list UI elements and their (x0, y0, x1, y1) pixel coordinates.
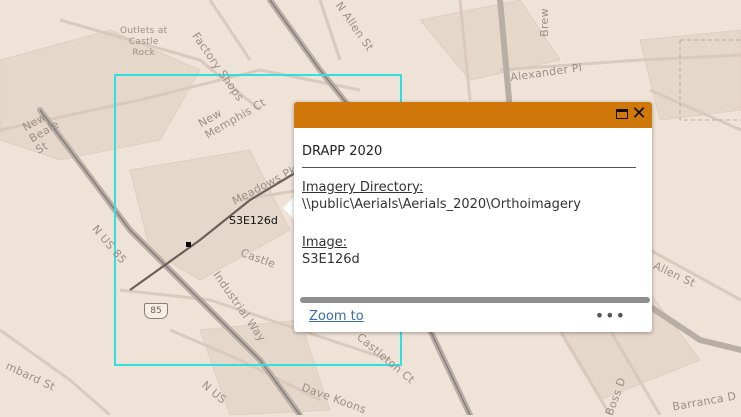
feature-label: S3E126d (229, 214, 278, 227)
popup-header: ✕ (294, 102, 652, 128)
popup: ✕ DRAPP 2020 Imagery Directory: \\public… (294, 102, 652, 332)
highway-shield: 85 (144, 303, 168, 319)
popup-footer: Zoom to ••• (294, 304, 652, 332)
label-brewer: Brew (537, 8, 551, 37)
field-value-directory: \\public\Aerials\Aerials_2020\Orthoimage… (302, 197, 581, 212)
field-label-image: Image: (302, 235, 348, 250)
feature-point[interactable] (186, 242, 191, 247)
field-value-image: S3E126d (302, 252, 360, 267)
popup-title: DRAPP 2020 (302, 144, 383, 159)
label-outlets: Outlets at Castle Rock (120, 26, 168, 58)
close-icon[interactable]: ✕ (630, 104, 648, 124)
maximize-icon[interactable] (616, 109, 628, 119)
zoom-to-link[interactable]: Zoom to (309, 309, 364, 324)
title-divider (302, 167, 636, 168)
horizontal-scrollbar[interactable] (300, 297, 650, 303)
more-options-icon[interactable]: ••• (595, 306, 626, 325)
field-label-directory: Imagery Directory: (302, 180, 424, 195)
popup-body[interactable]: DRAPP 2020 Imagery Directory: \\public\A… (302, 142, 652, 294)
